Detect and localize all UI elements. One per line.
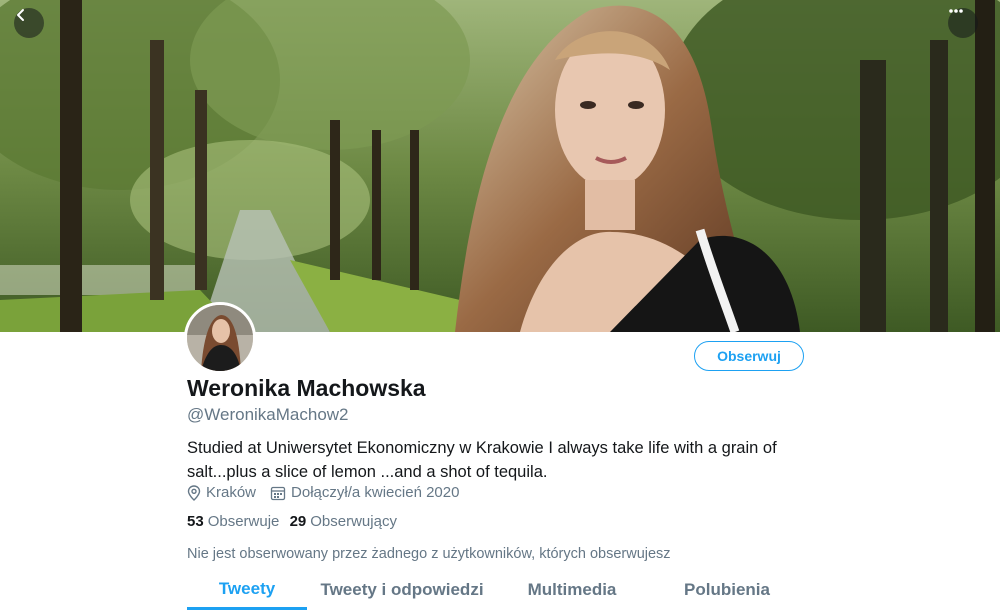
profile-tabs: Tweety Tweety i odpowiedzi Multimedia Po… [187,570,807,612]
profile-handle: @WeronikaMachow2 [187,405,349,424]
back-button[interactable] [14,8,44,38]
location-item: Kraków [187,484,256,501]
followers-link[interactable]: 29 Obserwujący [290,513,397,530]
profile-banner[interactable] [0,0,1000,332]
ellipsis-icon [949,9,963,13]
calendar-icon [270,486,286,500]
following-label: Obserwuje [207,513,280,530]
tab-likes[interactable]: Polubienia [647,570,807,610]
followers-count: 29 [289,513,307,530]
tab-media[interactable]: Multimedia [497,570,647,610]
following-link[interactable]: 53 Obserwuje [187,513,284,530]
profile-bio: Studied at Uniwersytet Ekonomiczny w Kra… [187,439,777,481]
profile-avatar[interactable] [184,302,256,374]
tab-tweets[interactable]: Tweety [187,570,307,610]
avatar-image [187,305,253,371]
location-text: Kraków [206,484,257,501]
banner-image [0,0,1000,332]
profile-stats: 53 Obserwuje 29 Obserwujący [187,513,403,530]
arrow-left-icon [17,9,24,21]
following-count: 53 [187,513,204,530]
followed-by-note: Nie jest obserwowany przez żadnego z uży… [187,546,671,562]
tab-tweets-and-replies[interactable]: Tweety i odpowiedzi [307,570,497,610]
joined-text: Dołączył/a kwiecień 2020 [291,484,460,501]
profile-name: Weronika Machowska [187,375,426,401]
follow-button[interactable]: Obserwuj [694,341,804,371]
followers-label: Obserwujący [310,513,397,530]
joined-item: Dołączył/a kwiecień 2020 [270,484,459,501]
more-options-button[interactable] [948,8,978,38]
location-pin-icon [187,484,201,501]
profile-meta: Kraków Dołączył/a kwiecień 2020 [187,484,473,501]
